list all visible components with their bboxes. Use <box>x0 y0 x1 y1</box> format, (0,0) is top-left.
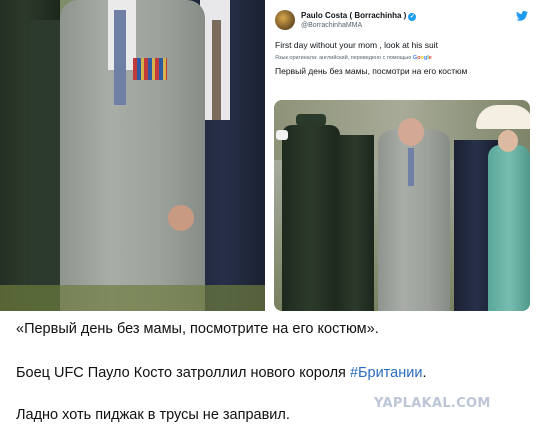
google-logo: Google <box>412 55 432 61</box>
author-handle[interactable]: @BorrachinhaMMA <box>301 22 362 29</box>
tweet-text: First day without your mom , look at his… <box>275 40 438 50</box>
photo-king-tie <box>408 148 414 186</box>
photo-medals <box>133 58 167 80</box>
photo-white-glove <box>276 130 288 140</box>
photo-woman-head <box>498 130 518 152</box>
caption-line-2: Боец UFC Пауло Косто затроллил нового ко… <box>16 365 427 381</box>
photo-umbrella <box>476 105 530 129</box>
photo-officer-cap <box>296 114 326 126</box>
site-watermark: YAPLAKAL.COM <box>374 396 491 411</box>
photo-king-head <box>398 118 424 146</box>
tweet-card[interactable]: Paulo Costa ( Borrachinha ) ✓ @Borrachinh… <box>268 0 536 313</box>
photo-tie-right <box>212 20 221 120</box>
translated-text: Первый день без мамы, посмотри на его ко… <box>275 66 468 76</box>
author-avatar[interactable] <box>275 10 295 30</box>
tweet-photo[interactable] <box>274 100 530 311</box>
photo-hands <box>168 205 194 231</box>
photo-tie-center <box>114 10 126 105</box>
photo-grass <box>0 285 265 311</box>
caption-quote: «Первый день без мамы, посмотрите на его… <box>16 321 379 337</box>
twitter-bird-icon[interactable] <box>516 11 528 21</box>
photo-woman-teal-dress <box>488 145 530 311</box>
photo-king-grey-suit <box>378 130 450 311</box>
photo-officer-middle <box>336 135 374 311</box>
left-photo <box>0 0 265 311</box>
verified-badge-icon: ✓ <box>408 13 417 21</box>
hashtag-link[interactable]: #Британии <box>350 365 423 381</box>
author-name[interactable]: Paulo Costa ( Borrachinha ) ✓ <box>301 11 417 21</box>
translation-note[interactable]: Язык оригинала: английский, переведено с… <box>275 55 432 61</box>
caption-line-3: Ладно хоть пиджак в трусы не заправил. <box>16 407 290 423</box>
photo-officer-left <box>282 125 340 311</box>
